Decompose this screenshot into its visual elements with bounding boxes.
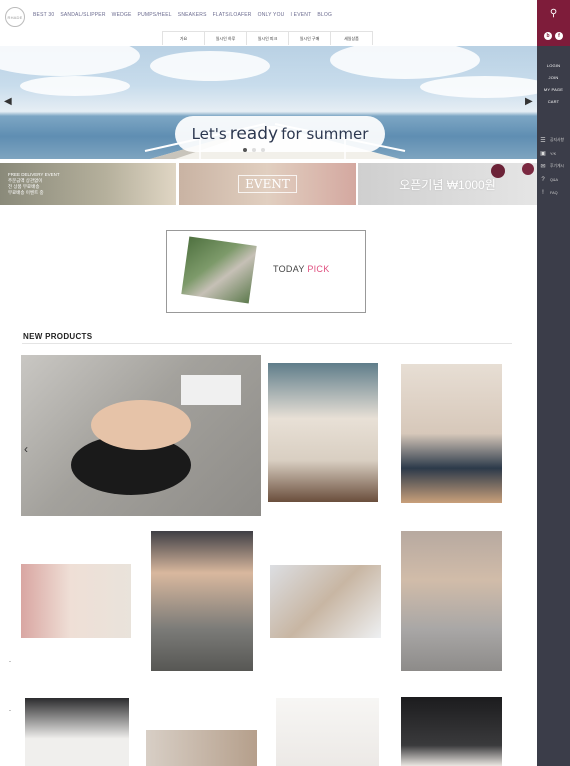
promo-tile-delivery[interactable]: FREE DELIVERY EVENT 주문금액 상관없이 전 상품 무료배송 … [0, 163, 176, 205]
divider [22, 343, 512, 344]
promo-tile-event[interactable]: EVENT [179, 163, 356, 205]
product-image[interactable] [270, 565, 381, 638]
blog-icon[interactable]: b [544, 32, 552, 40]
board-link-yk[interactable]: ▣ Y/K [539, 147, 570, 160]
product-image[interactable] [276, 698, 379, 766]
subnav-tab-1[interactable]: 가요 [163, 32, 205, 45]
right-sidebar: ⚲ b f LOGIN JOIN MY PAGE CART ☰ 공지사항 ▣ Y… [537, 0, 570, 766]
board-label: 후기게시 [550, 164, 564, 168]
promo-tile-open[interactable]: 오픈기념 ₩1000원 [358, 163, 537, 205]
banner-text-pre: Let's [191, 125, 227, 143]
product-image[interactable] [401, 531, 502, 671]
board-link-qna[interactable]: ? Q&A [539, 173, 570, 186]
join-link[interactable]: JOIN [537, 72, 570, 84]
product-image[interactable] [401, 697, 502, 766]
pagination-dot[interactable] [261, 148, 265, 152]
menu-icon: ☰ [540, 138, 546, 144]
account-links: LOGIN JOIN MY PAGE CART [537, 60, 570, 108]
banner-pagination [243, 148, 265, 152]
board-links: ☰ 공지사항 ▣ Y/K ✉ 후기게시 ? Q&A ! FAQ [539, 134, 570, 199]
cart-link[interactable]: CART [537, 96, 570, 108]
promo-text: 오픈기념 ₩1000원 [399, 177, 496, 192]
camera-icon: ▣ [540, 151, 546, 157]
product-image[interactable] [268, 363, 378, 502]
subnav-tab-4[interactable]: 일시인 구매 [289, 32, 331, 45]
nav-item-flats-loafer[interactable]: FLATS/LOAFER [213, 12, 252, 18]
subnav-tab-5[interactable]: 세일상품 [331, 32, 372, 45]
hero-banner[interactable]: Let's ready for summer [0, 46, 537, 159]
search-icon[interactable]: ⚲ [537, 0, 570, 26]
product-image[interactable] [25, 698, 129, 766]
scroll-up-icon[interactable]: ˆ [9, 711, 19, 717]
main-content: RHADE BEST 30 SANDAL/SLIPPER WEDGE PUMPS… [0, 0, 537, 766]
board-link-faq[interactable]: ! FAQ [539, 186, 570, 199]
chat-icon: ✉ [540, 164, 546, 170]
chevron-right-icon[interactable]: ▶ [525, 96, 533, 107]
today-pick-photo [181, 236, 257, 304]
top-nav: BEST 30 SANDAL/SLIPPER WEDGE PUMPS/HEEL … [33, 12, 332, 18]
nav-item-only-you[interactable]: ONLY YOU [258, 12, 285, 18]
board-link-review[interactable]: ✉ 후기게시 [539, 160, 570, 173]
nav-item-blog[interactable]: BLOG [317, 12, 332, 18]
question-icon: ? [541, 176, 545, 183]
today-pick-label: TODAY PICK [273, 264, 330, 274]
nav-item-pumps-heel[interactable]: PUMPS/HEEL [138, 12, 172, 18]
board-label: Q&A [550, 177, 559, 182]
my-page-link[interactable]: MY PAGE [537, 84, 570, 96]
section-title: NEW PRODUCTS [23, 332, 93, 341]
product-image[interactable] [21, 355, 261, 516]
nav-item-best30[interactable]: BEST 30 [33, 12, 54, 18]
product-image[interactable] [151, 531, 253, 671]
pagination-dot[interactable] [243, 148, 247, 152]
nav-item-event[interactable]: I EVENT [291, 12, 312, 18]
promo-text: EVENT [238, 175, 297, 193]
board-link-notice[interactable]: ☰ 공지사항 [539, 134, 570, 147]
subnav-tab-3[interactable]: 일시인 피크 [247, 32, 289, 45]
social-links: b f [537, 26, 570, 46]
board-label: Y/K [550, 151, 557, 156]
nav-item-wedge[interactable]: WEDGE [112, 12, 132, 18]
banner-headline: Let's ready for summer [175, 116, 385, 152]
chevron-left-icon[interactable]: ‹ [24, 442, 28, 456]
pagination-dot[interactable] [252, 148, 256, 152]
subnav-tab-2[interactable]: 일시인 하루 [205, 32, 247, 45]
login-link[interactable]: LOGIN [537, 60, 570, 72]
sandal-photo [71, 375, 241, 495]
chevron-left-icon[interactable]: ◀ [4, 96, 12, 107]
banner-text-big: ready [229, 124, 279, 144]
today-label: TODAY [273, 264, 305, 274]
promo-text: FREE DELIVERY EVENT 주문금액 상관없이 전 상품 무료배송 … [8, 172, 60, 195]
alert-icon: ! [542, 189, 544, 196]
banner-text-post: for summer [281, 125, 369, 143]
sub-nav: 가요 일시인 하루 일시인 피크 일시인 구매 세일상품 [162, 31, 373, 45]
scroll-up-icon[interactable]: ˆ [9, 662, 19, 668]
product-image[interactable] [401, 364, 502, 503]
pick-label: PICK [307, 264, 330, 274]
board-label: FAQ [550, 190, 558, 195]
logo[interactable]: RHADE [5, 7, 25, 27]
nav-item-sandal-slipper[interactable]: SANDAL/SLIPPER [60, 12, 105, 18]
board-label: 공지사항 [550, 138, 564, 142]
today-pick-box[interactable]: TODAY PICK [166, 230, 366, 313]
facebook-icon[interactable]: f [555, 32, 563, 40]
product-image[interactable] [146, 730, 257, 766]
nav-item-sneakers[interactable]: SNEAKERS [178, 12, 207, 18]
product-image[interactable] [21, 564, 131, 638]
